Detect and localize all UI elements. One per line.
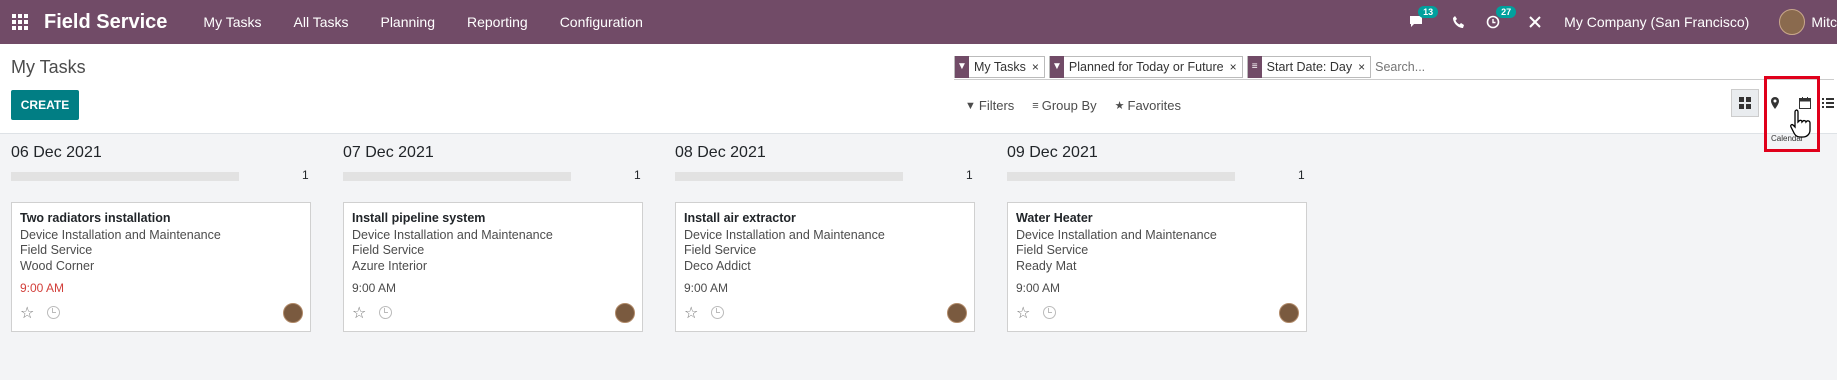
kanban-icon [1739, 97, 1751, 109]
menu-my-tasks[interactable]: My Tasks [203, 14, 261, 30]
assignee-avatar[interactable] [1279, 303, 1299, 323]
filter-icon: ▼ [965, 99, 976, 112]
facet-remove-icon[interactable]: × [1358, 60, 1370, 74]
card-type: Field Service [352, 243, 425, 257]
column-progress-bar[interactable] [1007, 172, 1235, 181]
app-brand[interactable]: Field Service [44, 11, 167, 34]
activity-clock-icon[interactable] [1043, 306, 1056, 319]
company-switcher[interactable]: My Company (San Francisco) [1564, 14, 1749, 30]
messages-badge: 13 [1418, 6, 1439, 18]
column-progress-bar[interactable] [675, 172, 903, 181]
facet-label: Start Date: Day [1266, 59, 1353, 74]
column-count: 1 [634, 168, 641, 182]
card-time: 9:00 AM [20, 281, 65, 295]
card-project: Device Installation and Maintenance [20, 228, 221, 242]
filter-icon: ▼ [955, 55, 969, 78]
page-title: My Tasks [11, 57, 86, 77]
card-customer: Ready Mat [1016, 259, 1077, 273]
card-type: Field Service [684, 243, 757, 257]
star-icon[interactable]: ☆ [1016, 303, 1030, 323]
card-type: Field Service [1016, 243, 1089, 257]
facet-planned: ▼ Planned for Today or Future × [1048, 55, 1243, 78]
assignee-avatar[interactable] [283, 303, 303, 323]
group-by-button[interactable]: ≡ Group By [1032, 98, 1096, 113]
star-icon: ★ [1114, 100, 1125, 112]
card-time: 9:00 AM [684, 281, 729, 295]
column-title[interactable]: 08 Dec 2021 [675, 144, 766, 162]
card-project: Device Installation and Maintenance [684, 228, 885, 242]
activity-clock-icon[interactable] [47, 306, 60, 319]
card-project: Device Installation and Maintenance [352, 228, 553, 242]
card-title: Two radiators installation [20, 211, 171, 225]
group-icon: ≡ [1247, 55, 1262, 78]
search-bar[interactable]: ▼ My Tasks × ▼ Planned for Today or Futu… [954, 54, 1834, 80]
task-card[interactable]: Install pipeline system Device Installat… [343, 202, 643, 332]
card-customer: Deco Addict [684, 259, 751, 273]
assignee-avatar[interactable] [615, 303, 635, 323]
user-name[interactable]: Mitc [1811, 14, 1837, 30]
star-icon[interactable]: ☆ [684, 303, 698, 323]
column-count: 1 [966, 168, 973, 182]
column-title[interactable]: 07 Dec 2021 [343, 144, 434, 162]
card-customer: Wood Corner [20, 259, 95, 273]
facet-label: My Tasks [974, 59, 1026, 74]
activities-badge: 27 [1496, 6, 1517, 18]
group-by-label: Group By [1041, 98, 1097, 113]
card-title: Water Heater [1016, 211, 1093, 225]
tools-icon[interactable] [1528, 15, 1542, 29]
card-time: 9:00 AM [1016, 281, 1061, 295]
control-panel: My Tasks CREATE ▼ My Tasks × ▼ Planned f… [0, 44, 1837, 134]
facet-label: Planned for Today or Future [1068, 59, 1224, 74]
task-card[interactable]: Two radiators installation Device Instal… [11, 202, 311, 332]
user-avatar[interactable] [1779, 9, 1806, 35]
menu-all-tasks[interactable]: All Tasks [294, 14, 349, 30]
filters-label: Filters [978, 98, 1015, 113]
menu-configuration[interactable]: Configuration [560, 14, 643, 30]
card-time: 9:00 AM [352, 281, 397, 295]
facet-remove-icon[interactable]: × [1032, 60, 1044, 74]
facet-start-date: ≡ Start Date: Day × [1246, 55, 1372, 78]
list-view-button[interactable] [1819, 89, 1837, 117]
activity-clock-icon[interactable] [711, 306, 724, 319]
assignee-avatar[interactable] [947, 303, 967, 323]
create-button[interactable]: CREATE [11, 90, 79, 120]
favorites-label: Favorites [1127, 98, 1181, 113]
card-title: Install air extractor [684, 211, 796, 225]
star-icon[interactable]: ☆ [352, 303, 366, 323]
column-title[interactable]: 09 Dec 2021 [1007, 144, 1098, 162]
apps-menu-icon[interactable] [0, 0, 40, 44]
card-customer: Azure Interior [352, 259, 428, 273]
task-card[interactable]: Install air extractor Device Installatio… [675, 202, 975, 332]
card-type: Field Service [20, 243, 93, 257]
facet-remove-icon[interactable]: × [1230, 60, 1242, 74]
menu-planning[interactable]: Planning [380, 14, 435, 30]
column-progress-bar[interactable] [343, 172, 571, 181]
kanban-board: 06 Dec 2021 1 Two radiators installation… [0, 135, 1837, 380]
kanban-view-button[interactable] [1731, 89, 1759, 117]
activity-clock-icon[interactable] [379, 306, 392, 319]
card-title: Install pipeline system [352, 211, 486, 225]
column-count: 1 [302, 168, 309, 182]
card-project: Device Installation and Maintenance [1016, 228, 1217, 242]
star-icon[interactable]: ☆ [20, 303, 34, 323]
column-count: 1 [1298, 168, 1305, 182]
phone-icon[interactable] [1452, 15, 1466, 29]
filter-icon: ▼ [1049, 55, 1064, 78]
filters-button[interactable]: ▼ Filters [965, 98, 1014, 113]
facet-my-tasks: ▼ My Tasks × [954, 55, 1045, 78]
menu-reporting[interactable]: Reporting [467, 14, 528, 30]
list-icon: ≡ [1032, 99, 1039, 112]
column-progress-bar[interactable] [11, 172, 239, 181]
favorites-button[interactable]: ★ Favorites [1115, 98, 1181, 113]
messages-icon[interactable]: 13 [1408, 6, 1439, 29]
activity-clock-icon[interactable]: 27 [1486, 6, 1517, 29]
task-card[interactable]: Water Heater Device Installation and Mai… [1007, 202, 1307, 332]
column-title[interactable]: 06 Dec 2021 [11, 144, 102, 162]
list-icon [1822, 98, 1834, 108]
top-navbar: Field Service My Tasks All Tasks Plannin… [0, 0, 1837, 44]
search-input[interactable] [1375, 59, 1576, 74]
